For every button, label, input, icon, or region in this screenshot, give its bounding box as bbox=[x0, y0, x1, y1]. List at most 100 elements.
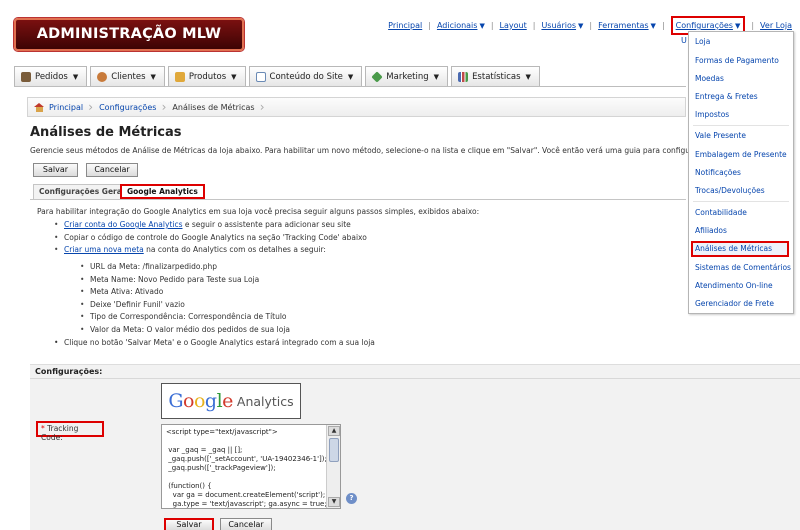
help-icon[interactable]: ? bbox=[346, 493, 357, 504]
step-text: e seguir o assistente para adicionar seu… bbox=[182, 220, 351, 229]
list-item: URL da Meta: /finalizarpedido.php bbox=[80, 262, 290, 275]
create-goal-link[interactable]: Criar uma nova meta bbox=[64, 245, 144, 254]
list-item: Criar uma nova meta na conta do Analytic… bbox=[54, 245, 367, 258]
list-item: Tipo de Correspondência: Correspondência… bbox=[80, 312, 290, 325]
final-step-list: Clique no botão 'Salvar Meta' e o Google… bbox=[54, 338, 375, 347]
list-item: Deixe 'Definir Funil' vazio bbox=[80, 300, 290, 313]
analytics-wordmark: Analytics bbox=[236, 393, 294, 409]
top-link-ver-loja[interactable]: Ver Loja bbox=[760, 21, 792, 30]
caret-down-icon: ▼ bbox=[72, 72, 79, 81]
divider bbox=[30, 378, 800, 379]
tab-label: Produtos bbox=[188, 71, 227, 82]
menu-item-analises-de-metricas[interactable]: Análises de Métricas bbox=[695, 244, 772, 253]
cancel-button[interactable]: Cancelar bbox=[86, 163, 138, 177]
clientes-icon bbox=[97, 71, 108, 82]
top-link-label: Ferramentas bbox=[598, 21, 649, 30]
menu-item-sistemas-de-comentarios[interactable]: Sistemas de Comentários bbox=[695, 263, 791, 272]
breadcrumb-label: Configurações bbox=[99, 102, 157, 112]
tab-estatisticas[interactable]: Estatísticas ▼ bbox=[451, 66, 540, 86]
menu-item-formas-de-pagamento[interactable]: Formas de Pagamento bbox=[695, 56, 779, 65]
top-link-principal[interactable]: Principal bbox=[388, 21, 422, 30]
separator: | bbox=[428, 21, 431, 30]
top-link-layout[interactable]: Layout bbox=[500, 21, 527, 30]
breadcrumb-configuracoes[interactable]: Configurações bbox=[93, 98, 167, 116]
main-menu: Pedidos ▼ Clientes ▼ Produtos ▼ Conteúdo do… bbox=[14, 66, 543, 86]
tab-produtos[interactable]: Produtos ▼ bbox=[167, 66, 246, 86]
tracking-code-label: * Tracking Code: bbox=[36, 421, 104, 442]
menu-item-loja[interactable]: Loja bbox=[695, 37, 710, 46]
menu-item-notificacoes[interactable]: Notificações bbox=[695, 168, 741, 177]
tab-clientes[interactable]: Clientes ▼ bbox=[90, 66, 165, 86]
tab-pedidos[interactable]: Pedidos ▼ bbox=[14, 66, 88, 86]
caret-down-icon: ▼ bbox=[231, 72, 237, 81]
create-account-link[interactable]: Criar conta do Google Analytics bbox=[64, 220, 182, 229]
breadcrumb-principal[interactable]: Principal bbox=[28, 98, 93, 116]
scroll-up-icon[interactable]: ▲ bbox=[328, 426, 340, 436]
configuracoes-dropdown: Loja Formas de Pagamento Moedas Entrega … bbox=[688, 31, 794, 314]
page-description: Gerencie seus métodos de Análise de Métr… bbox=[30, 146, 710, 155]
list-item: Criar conta do Google Analytics e seguir… bbox=[54, 220, 367, 233]
menu-item-afiliados[interactable]: Afiliados bbox=[695, 226, 727, 235]
scroll-down-icon[interactable]: ▼ bbox=[328, 497, 340, 507]
config-save-button[interactable]: Salvar bbox=[164, 518, 214, 530]
google-analytics-logo: Google Analytics bbox=[161, 383, 301, 419]
caret-down-icon: ▼ bbox=[734, 22, 741, 30]
required-mark: * bbox=[41, 424, 45, 433]
tab-conteudo-do-site[interactable]: Conteúdo do Site ▼ bbox=[248, 66, 363, 86]
menu-item-contabilidade[interactable]: Contabilidade bbox=[695, 208, 747, 217]
caret-down-icon: ▼ bbox=[347, 72, 354, 81]
menu-item-vale-presente[interactable]: Vale Presente bbox=[695, 131, 746, 140]
menu-item-trocas-devolucoes[interactable]: Trocas/Devoluções bbox=[695, 186, 765, 195]
list-item: Copiar o código de controle do Google An… bbox=[54, 233, 367, 246]
menu-separator bbox=[693, 125, 789, 126]
home-icon bbox=[34, 102, 45, 112]
menu-item-atendimento-on-line[interactable]: Atendimento On-line bbox=[695, 281, 773, 290]
top-link-label: Adicionais bbox=[436, 21, 478, 30]
separator: | bbox=[751, 21, 755, 30]
tab-label: Conteúdo do Site bbox=[269, 71, 343, 82]
tracking-code-textarea[interactable]: <script type="text/javascript"> var _gaq… bbox=[161, 424, 341, 509]
caret-down-icon: ▼ bbox=[650, 22, 656, 30]
menu-item-gerenciador-de-frete[interactable]: Gerenciador de Frete bbox=[695, 299, 774, 308]
separator: | bbox=[589, 21, 593, 30]
step-text: na conta do Analytics com os detalhes a … bbox=[143, 245, 326, 255]
separator: | bbox=[490, 21, 494, 30]
top-link-usuarios[interactable]: Usuários ▼ bbox=[541, 21, 583, 30]
menu-item-moedas[interactable]: Moedas bbox=[695, 74, 724, 83]
caret-down-icon: ▼ bbox=[150, 72, 156, 81]
caret-down-icon: ▼ bbox=[433, 72, 440, 81]
tab-label: Pedidos bbox=[35, 71, 68, 82]
instructions-intro: Para habilitar integração do Google Anal… bbox=[37, 207, 480, 216]
pedidos-icon bbox=[21, 71, 31, 82]
separator: | bbox=[532, 21, 536, 30]
caret-down-icon: ▼ bbox=[479, 22, 485, 30]
list-item: Meta Ativa: Ativado bbox=[80, 287, 290, 300]
goal-details-list: URL da Meta: /finalizarpedido.php Meta N… bbox=[80, 262, 290, 337]
menu-item-impostos[interactable]: Impostos bbox=[695, 110, 729, 119]
site-logo: ADMINISTRAÇÃO MLW bbox=[14, 18, 244, 51]
list-item: Valor da Meta: O valor médio dos pedidos… bbox=[80, 325, 290, 338]
tab-label: Estatísticas bbox=[472, 71, 521, 82]
estatisticas-icon bbox=[458, 71, 469, 82]
menu-separator bbox=[693, 201, 789, 202]
config-section bbox=[30, 364, 800, 530]
tab-marketing[interactable]: Marketing ▼ bbox=[365, 66, 449, 86]
conteudo-icon bbox=[255, 71, 266, 82]
list-item: Meta Name: Novo Pedido para Teste sua Lo… bbox=[80, 275, 290, 288]
list-item: Clique no botão 'Salvar Meta' e o Google… bbox=[54, 338, 375, 347]
breadcrumb-label: Análises de Métricas bbox=[172, 102, 255, 112]
menu-item-embalagem-de-presente[interactable]: Embalagem de Presente bbox=[695, 150, 787, 159]
scroll-thumb[interactable] bbox=[329, 438, 339, 462]
top-link-ferramentas[interactable]: Ferramentas ▼ bbox=[598, 21, 656, 30]
google-wordmark: Google bbox=[168, 390, 233, 412]
divider bbox=[30, 199, 686, 200]
save-button[interactable]: Salvar bbox=[33, 163, 78, 177]
textarea-scrollbar[interactable]: ▲ ▼ bbox=[326, 425, 340, 508]
breadcrumb-current: Análises de Métricas bbox=[166, 98, 264, 116]
divider bbox=[14, 86, 686, 87]
tab-google-analytics[interactable]: Google Analytics bbox=[120, 184, 205, 199]
top-link-partial[interactable]: U bbox=[681, 36, 687, 45]
config-cancel-button[interactable]: Cancelar bbox=[220, 518, 272, 530]
menu-item-entrega-fretes[interactable]: Entrega & Fretes bbox=[695, 92, 758, 101]
top-link-adicionais[interactable]: Adicionais ▼ bbox=[437, 21, 485, 30]
